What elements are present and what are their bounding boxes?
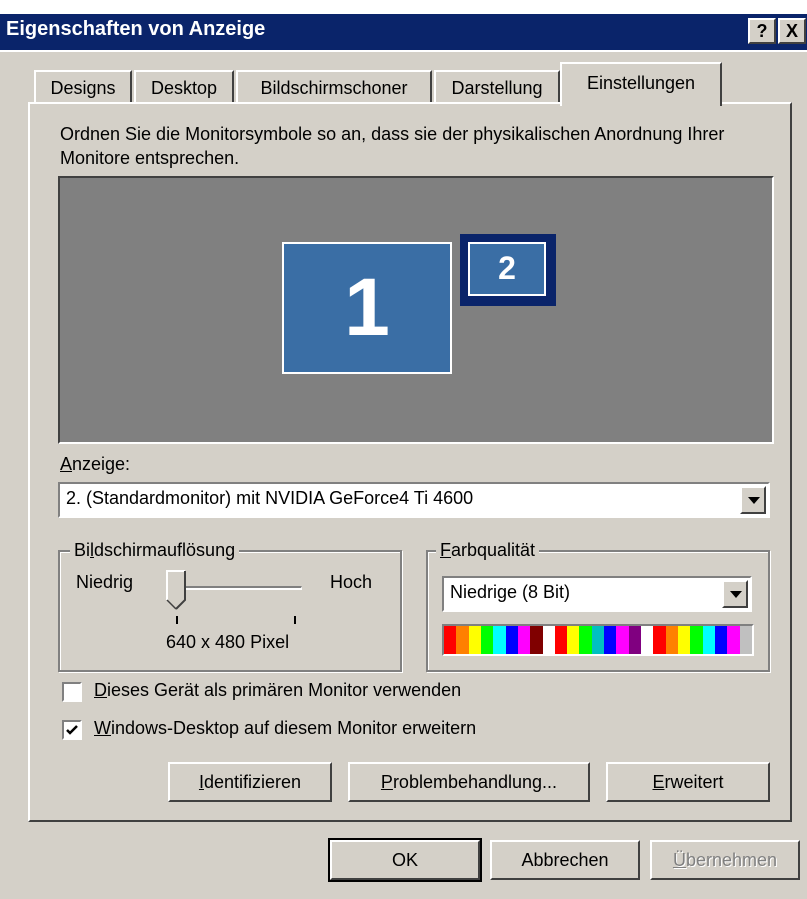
- color-swatch: [579, 626, 592, 654]
- ok-button[interactable]: OK: [328, 838, 482, 882]
- color-swatch: [727, 626, 740, 654]
- advanced-button[interactable]: Erweitert: [606, 762, 770, 802]
- display-select-value: 2. (Standardmonitor) mit NVIDIA GeForce4…: [66, 488, 474, 508]
- color-swatch: [628, 626, 641, 654]
- color-quality-value: Niedrige (8 Bit): [450, 582, 571, 602]
- tab-designs[interactable]: Designs: [34, 70, 132, 104]
- color-swatch: [665, 626, 678, 654]
- color-swatch: [554, 626, 568, 654]
- resolution-low-label: Niedrig: [76, 572, 134, 592]
- extend-desktop-checkbox[interactable]: [62, 720, 82, 740]
- monitor-2-number: 2: [498, 250, 516, 286]
- resolution-value: 640 x 480 Pixel: [166, 632, 290, 652]
- color-swatch: [690, 626, 703, 654]
- color-swatch: [567, 626, 580, 654]
- color-swatch: [604, 626, 617, 654]
- color-swatch: [517, 626, 531, 654]
- resolution-group-label: Bildschirmauflösung: [70, 540, 240, 561]
- display-select[interactable]: 2. (Standardmonitor) mit NVIDIA GeForce4…: [58, 482, 770, 518]
- tab-einstellungen[interactable]: Einstellungen: [560, 62, 722, 106]
- color-quality-select[interactable]: Niedrige (8 Bit): [442, 576, 752, 612]
- arrangement-description: Ordnen Sie die Monitorsymbole so an, das…: [60, 124, 725, 168]
- display-label: Anzeige:: [60, 454, 131, 474]
- color-swatch: [480, 626, 494, 654]
- color-swatch: [530, 626, 543, 654]
- monitor-1-number: 1: [344, 262, 390, 353]
- color-swatch: [714, 626, 728, 654]
- color-swatch: [739, 626, 752, 654]
- monitor-1-icon[interactable]: 1: [282, 242, 452, 374]
- resolution-high-label: Hoch: [330, 572, 373, 592]
- monitor-2-screen: 2: [468, 242, 546, 296]
- color-swatch: [456, 626, 469, 654]
- color-quality-group-label: Farbqualität: [436, 540, 540, 561]
- troubleshoot-button[interactable]: Problembehandlung...: [348, 762, 590, 802]
- color-swatch: [677, 626, 691, 654]
- primary-monitor-checkbox[interactable]: [62, 682, 82, 702]
- help-button[interactable]: ?: [748, 18, 776, 44]
- color-swatch: [493, 626, 506, 654]
- color-swatch: [653, 626, 666, 654]
- apply-button[interactable]: Übernehmen: [650, 840, 800, 880]
- color-swatch: [542, 626, 555, 654]
- close-button[interactable]: X: [778, 18, 806, 44]
- checkmark-icon: [66, 725, 78, 735]
- resolution-slider-track[interactable]: [166, 586, 302, 590]
- color-swatch: [702, 626, 715, 654]
- chevron-down-icon[interactable]: [722, 580, 748, 608]
- color-swatch: [616, 626, 629, 654]
- resolution-group: [58, 550, 402, 672]
- color-swatch: [468, 626, 481, 654]
- extend-desktop-label[interactable]: Windows-Desktop auf diesem Monitor erwei…: [94, 718, 476, 739]
- cancel-button[interactable]: Abbrechen: [490, 840, 640, 880]
- color-swatch: [444, 626, 457, 654]
- color-swatch: [641, 626, 654, 654]
- primary-monitor-label[interactable]: Dieses Gerät als primären Monitor verwen…: [94, 680, 461, 701]
- monitor-2-icon[interactable]: 2: [460, 234, 556, 306]
- resolution-slider-thumb[interactable]: [166, 570, 186, 610]
- tab-darstellung[interactable]: Darstellung: [434, 70, 560, 104]
- identify-button[interactable]: Identifizieren: [168, 762, 332, 802]
- color-swatch: [505, 626, 518, 654]
- color-palette-preview: [442, 624, 754, 656]
- slider-tick: [176, 616, 178, 624]
- tab-bildschirmschoner[interactable]: Bildschirmschoner: [236, 70, 432, 104]
- slider-tick: [294, 616, 296, 624]
- chevron-down-icon[interactable]: [740, 486, 766, 514]
- color-swatch: [591, 626, 605, 654]
- tab-desktop[interactable]: Desktop: [134, 70, 234, 104]
- window-title: Eigenschaften von Anzeige: [6, 18, 266, 40]
